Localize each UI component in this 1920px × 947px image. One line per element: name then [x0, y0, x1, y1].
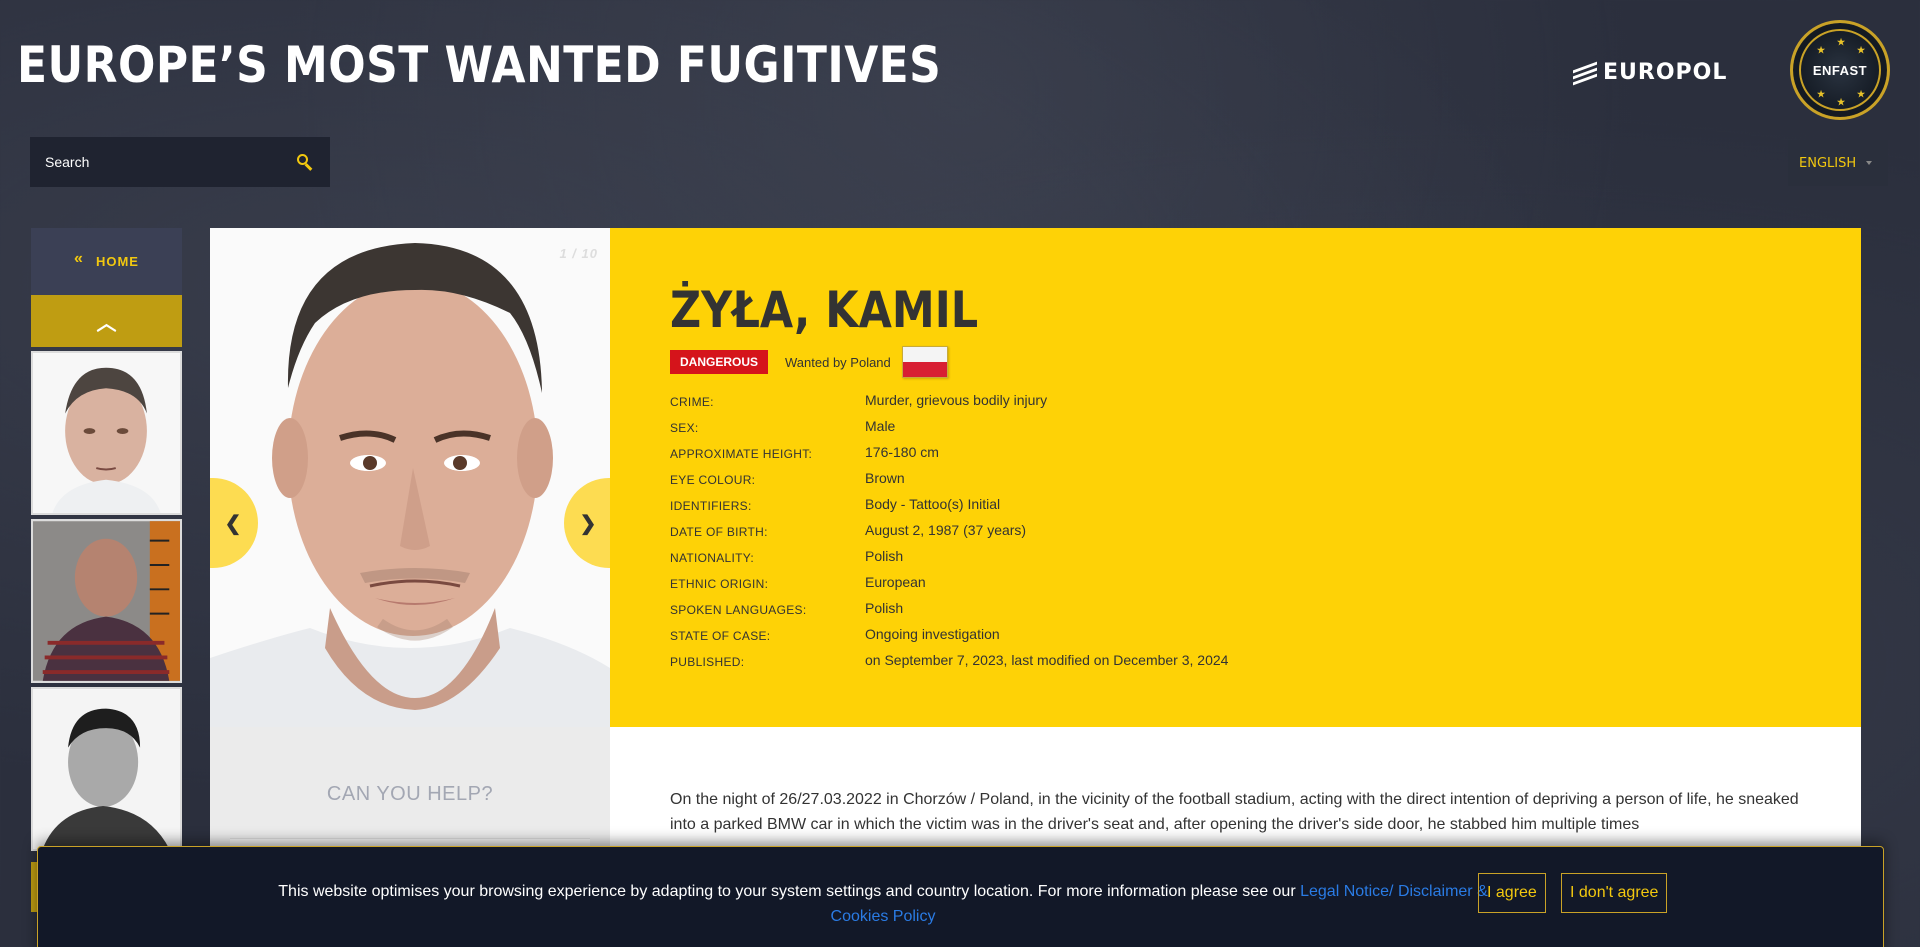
fugitive-photo-3	[33, 689, 180, 849]
disagree-button[interactable]: I don't agree	[1561, 873, 1668, 913]
fugitive-portrait	[210, 228, 610, 727]
detail-value: on September 7, 2023, last modified on D…	[865, 652, 1229, 668]
cookie-message: This website optimises your browsing exp…	[258, 879, 1508, 929]
europol-logo-text: EUROPOL	[1603, 60, 1728, 85]
detail-label: SEX:	[670, 420, 699, 435]
language-selected-value: ENGLISH	[1799, 155, 1857, 171]
language-select[interactable]: ENGLISH	[1788, 140, 1888, 186]
fugitive-photo-1	[33, 353, 180, 513]
home-button[interactable]: « HOME	[31, 228, 182, 295]
fugitive-photo-2	[33, 521, 180, 681]
home-label: HOME	[95, 254, 139, 269]
detail-label: PUBLISHED:	[670, 654, 745, 669]
search-icon[interactable]	[295, 152, 315, 172]
fugitive-details: CRIME: Murder, grievous bodily injury SEX:…	[670, 387, 1861, 673]
agree-button[interactable]: I agree	[1478, 873, 1546, 913]
fugitive-info-panel: ŻYŁA, KAMIL DANGEROUS Wanted by Poland C…	[610, 228, 1861, 727]
detail-label: DATE OF BIRTH:	[670, 524, 768, 539]
search-box	[30, 137, 330, 187]
detail-label: SPOKEN LANGUAGES:	[670, 602, 807, 617]
detail-value: August 2, 1987 (37 years)	[865, 522, 1027, 538]
fugitive-name: ŻYŁA, KAMIL	[670, 281, 979, 339]
chevron-left-icon: ❮	[224, 512, 242, 535]
photo-counter: 1 / 10	[559, 246, 598, 261]
cookie-text: This website optimises your browsing exp…	[278, 883, 1301, 900]
chevron-up-icon: ︿	[96, 312, 117, 335]
detail-row: CRIME: Murder, grievous bodily injury	[670, 387, 1861, 413]
detail-row: DATE OF BIRTH: August 2, 1987 (37 years)	[670, 517, 1861, 543]
site-title: EUROPE’S MOST WANTED FUGITIVES	[17, 36, 942, 94]
detail-value: Male	[865, 418, 896, 434]
wanted-by-text: Wanted by Poland	[785, 354, 891, 370]
detail-value: European	[865, 574, 926, 590]
fugitive-thumbnail-2[interactable]	[31, 519, 182, 683]
can-you-help-title: CAN YOU HELP?	[326, 783, 494, 805]
double-chevron-left-icon: «	[74, 249, 84, 267]
detail-row: IDENTIFIERS: Body - Tattoo(s) Initial	[670, 491, 1861, 517]
detail-value: Brown	[865, 470, 905, 486]
fugitive-main-photo: 1 / 10 ❮ ❯	[210, 228, 610, 727]
detail-value: Polish	[865, 548, 904, 564]
detail-value: Ongoing investigation	[865, 626, 1000, 642]
detail-value: 176-180 cm	[865, 444, 939, 460]
detail-row: SPOKEN LANGUAGES: Polish	[670, 595, 1861, 621]
scroll-up-button[interactable]: ︿	[31, 295, 182, 347]
fugitive-thumbnail-3[interactable]	[31, 687, 182, 851]
dangerous-badge: DANGEROUS	[670, 350, 769, 374]
detail-label: EYE COLOUR:	[670, 472, 756, 487]
search-input[interactable]	[45, 154, 295, 170]
detail-label: CRIME:	[670, 394, 714, 409]
detail-label: NATIONALITY:	[670, 550, 755, 565]
detail-value: Murder, grievous bodily injury	[865, 392, 1048, 408]
chevron-right-icon: ❯	[579, 512, 597, 535]
fugitive-card: 1 / 10 ❮ ❯ ŻYŁA, KAMIL DANGEROUS Wanted …	[210, 228, 1861, 947]
chevron-down-icon	[1866, 161, 1872, 165]
detail-value: Polish	[865, 600, 904, 616]
detail-row: ETHNIC ORIGIN: European	[670, 569, 1861, 595]
detail-label: APPROXIMATE HEIGHT:	[670, 446, 813, 461]
detail-row: NATIONALITY: Polish	[670, 543, 1861, 569]
detail-label: STATE OF CASE:	[670, 628, 771, 643]
sidebar: « HOME ︿	[31, 228, 182, 851]
detail-label: ETHNIC ORIGIN:	[670, 576, 769, 591]
detail-row: SEX: Male	[670, 413, 1861, 439]
enfast-logo[interactable]: ★ ★ ★ ★ ★ ★ ENFAST	[1790, 20, 1890, 120]
fugitive-thumbnail-1[interactable]	[31, 351, 182, 515]
europol-mark-icon	[1573, 61, 1597, 85]
cookie-banner: This website optimises your browsing exp…	[37, 846, 1884, 947]
europol-logo[interactable]: EUROPOL	[1573, 60, 1727, 85]
detail-row: STATE OF CASE: Ongoing investigation	[670, 621, 1861, 647]
wanted-badges: DANGEROUS Wanted by Poland	[670, 346, 1861, 378]
detail-row: EYE COLOUR: Brown	[670, 465, 1861, 491]
detail-value: Body - Tattoo(s) Initial	[865, 496, 1001, 512]
case-description: On the night of 26/27.03.2022 in Chorzów…	[670, 791, 1799, 833]
poland-flag-icon	[901, 346, 948, 378]
detail-label: IDENTIFIERS:	[670, 498, 752, 513]
detail-row: APPROXIMATE HEIGHT: 176-180 cm	[670, 439, 1861, 465]
detail-row: PUBLISHED: on September 7, 2023, last mod…	[670, 647, 1861, 673]
enfast-logo-text: ENFAST	[1812, 62, 1868, 78]
